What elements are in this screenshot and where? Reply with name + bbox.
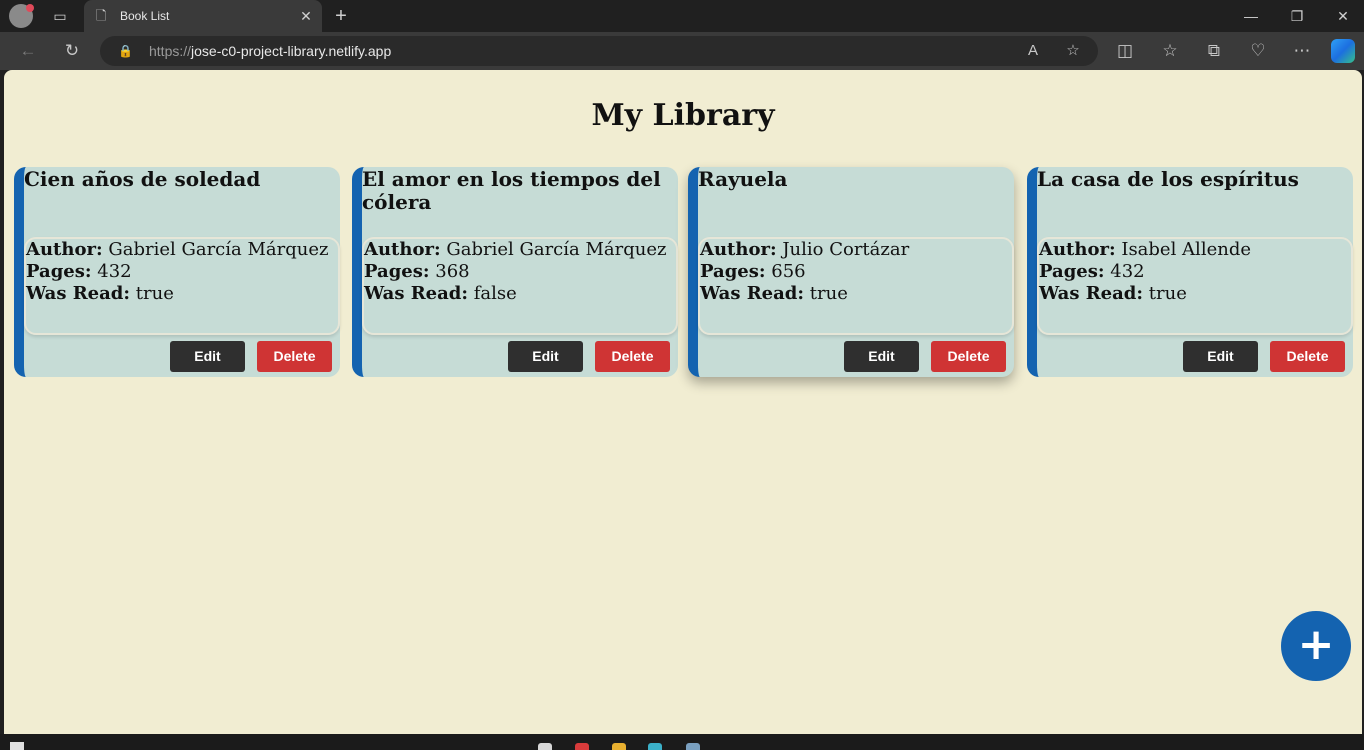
book-card: Rayuela Author: Julio Cortázar Pages: 65… xyxy=(688,167,1014,377)
edit-button[interactable]: Edit xyxy=(1183,341,1258,372)
author-value: Gabriel García Márquez xyxy=(108,239,329,260)
read-value: true xyxy=(809,283,848,304)
pages-label: Pages: xyxy=(26,261,92,282)
delete-button[interactable]: Delete xyxy=(595,341,670,372)
edit-button[interactable]: Edit xyxy=(508,341,583,372)
browser-toolbar: ← ↻ 🔒 https://jose-c0-project-library.ne… xyxy=(0,32,1364,70)
read-value: false xyxy=(473,283,517,304)
taskbar-app-icon[interactable] xyxy=(686,743,700,750)
author-row: Author: Isabel Allende xyxy=(1039,239,1351,261)
close-window-icon[interactable]: ✕ xyxy=(1320,4,1364,28)
tabs-icon[interactable]: ▭ xyxy=(50,7,70,25)
book-title: Rayuela xyxy=(698,167,788,191)
delete-button[interactable]: Delete xyxy=(931,341,1006,372)
url-text[interactable]: https://jose-c0-project-library.netlify.… xyxy=(149,43,391,59)
book-details: Author: Isabel Allende Pages: 432 Was Re… xyxy=(1037,237,1353,335)
delete-button[interactable]: Delete xyxy=(257,341,332,372)
read-row: Was Read: true xyxy=(700,283,1012,305)
author-value: Julio Cortázar xyxy=(782,239,910,260)
taskbar-edge-icon[interactable] xyxy=(648,743,662,750)
close-icon[interactable]: ✕ xyxy=(298,7,314,25)
read-row: Was Read: false xyxy=(364,283,676,305)
read-label: Was Read: xyxy=(26,283,131,304)
url-scheme: https:// xyxy=(149,43,192,59)
url-host: jose-c0-project-library.netlify.app xyxy=(191,43,392,59)
pages-value: 368 xyxy=(435,261,470,282)
os-taskbar xyxy=(0,734,1364,750)
author-label: Author: xyxy=(26,239,103,260)
taskbar-app-icon[interactable] xyxy=(538,743,552,750)
read-label: Was Read: xyxy=(364,283,469,304)
pages-value: 432 xyxy=(97,261,132,282)
author-row: Author: Julio Cortázar xyxy=(700,239,1012,261)
pages-row: Pages: 368 xyxy=(364,261,676,283)
plus-icon[interactable]: + xyxy=(330,4,352,28)
book-details: Author: Gabriel García Márquez Pages: 36… xyxy=(362,237,678,335)
add-book-button[interactable]: + xyxy=(1281,611,1351,681)
author-label: Author: xyxy=(1039,239,1116,260)
copilot-icon[interactable] xyxy=(1331,39,1355,63)
author-label: Author: xyxy=(700,239,777,260)
pages-value: 432 xyxy=(1110,261,1145,282)
browser-tab-bar: ▭ 🗋 Book List ✕ + — ❐ ✕ xyxy=(0,0,1364,32)
author-row: Author: Gabriel García Márquez xyxy=(364,239,676,261)
pages-row: Pages: 432 xyxy=(26,261,338,283)
read-row: Was Read: true xyxy=(1039,283,1351,305)
notification-dot xyxy=(26,4,34,12)
more-icon[interactable]: ⋯ xyxy=(1288,38,1316,64)
edit-button[interactable]: Edit xyxy=(844,341,919,372)
page-title: My Library xyxy=(591,98,775,133)
read-value: true xyxy=(1148,283,1187,304)
author-value: Gabriel García Márquez xyxy=(446,239,667,260)
edit-button[interactable]: Edit xyxy=(170,341,245,372)
pages-label: Pages: xyxy=(700,261,766,282)
address-bar[interactable]: 🔒 https://jose-c0-project-library.netlif… xyxy=(100,36,1098,66)
minimize-icon[interactable]: — xyxy=(1228,4,1274,28)
author-value: Isabel Allende xyxy=(1121,239,1251,260)
book-card: La casa de los espíritus Author: Isabel … xyxy=(1027,167,1353,377)
read-value: true xyxy=(135,283,174,304)
taskbar-app-icon[interactable] xyxy=(612,743,626,750)
delete-button[interactable]: Delete xyxy=(1270,341,1345,372)
favorite-star-icon[interactable]: ☆ xyxy=(1062,40,1084,62)
book-title: Cien años de soledad xyxy=(24,167,261,191)
favorites-icon[interactable]: ☆ xyxy=(1156,38,1184,64)
book-title: El amor en los tiempos del cólera xyxy=(362,167,661,214)
collections-icon[interactable]: ⧉ xyxy=(1200,38,1228,64)
author-label: Author: xyxy=(364,239,441,260)
tab-book-list[interactable]: 🗋 Book List ✕ xyxy=(84,0,322,32)
book-card: Cien años de soledad Author: Gabriel Gar… xyxy=(14,167,340,377)
read-aloud-icon[interactable]: A xyxy=(1022,40,1044,62)
pages-label: Pages: xyxy=(364,261,430,282)
split-screen-icon[interactable]: ◫ xyxy=(1111,38,1139,64)
read-label: Was Read: xyxy=(1039,283,1144,304)
page-viewport: My Library Cien años de soledad Author: … xyxy=(4,70,1362,734)
restore-icon[interactable]: ❐ xyxy=(1274,4,1320,28)
book-card: El amor en los tiempos del cólera Author… xyxy=(352,167,678,377)
performance-icon[interactable]: ♡ xyxy=(1244,38,1272,64)
refresh-icon[interactable]: ↻ xyxy=(58,38,86,64)
author-row: Author: Gabriel García Márquez xyxy=(26,239,338,261)
read-row: Was Read: true xyxy=(26,283,338,305)
taskbar-app-icon[interactable] xyxy=(575,743,589,750)
windows-start-icon[interactable] xyxy=(10,742,24,750)
book-title: La casa de los espíritus xyxy=(1037,167,1299,191)
page-icon: 🗋 xyxy=(96,8,107,23)
pages-label: Pages: xyxy=(1039,261,1105,282)
book-details: Author: Gabriel García Márquez Pages: 43… xyxy=(24,237,340,335)
book-details: Author: Julio Cortázar Pages: 656 Was Re… xyxy=(698,237,1014,335)
pages-value: 656 xyxy=(771,261,806,282)
tab-title: Book List xyxy=(120,9,170,23)
back-icon[interactable]: ← xyxy=(14,38,42,64)
pages-row: Pages: 432 xyxy=(1039,261,1351,283)
pages-row: Pages: 656 xyxy=(700,261,1012,283)
lock-icon[interactable]: 🔒 xyxy=(118,42,133,60)
read-label: Was Read: xyxy=(700,283,805,304)
